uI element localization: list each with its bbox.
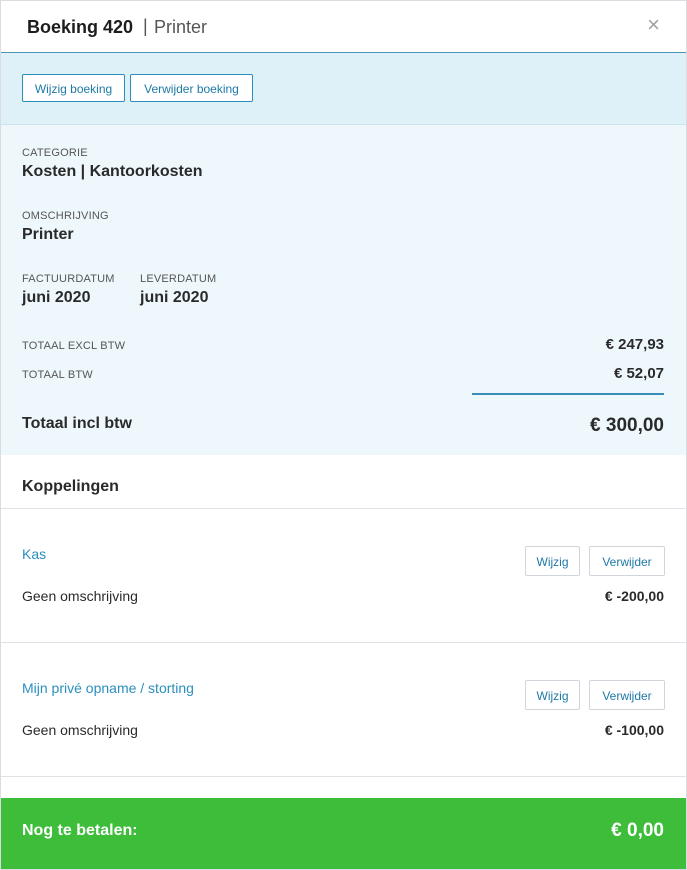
link-name[interactable]: Mijn privé opname / storting	[22, 680, 194, 696]
category-value: Kosten | Kantoorkosten	[22, 163, 203, 180]
title-separator: |	[143, 16, 148, 36]
total-vat-label: TOTAAL BTW	[22, 369, 93, 381]
total-divider	[472, 393, 664, 395]
link-amount: € -100,00	[604, 722, 664, 738]
remaining-payment-amount: € 0,00	[611, 820, 664, 841]
booking-title: Boeking 420	[27, 17, 134, 37]
edit-booking-button[interactable]: Wijzig boeking	[22, 74, 125, 102]
total-excl-vat-value: € 247,93	[605, 336, 664, 353]
delivery-date-label: LEVERDATUM	[140, 273, 217, 285]
edit-link-button[interactable]: Wijzig	[525, 546, 580, 576]
action-bar: Wijzig boeking Verwijder boeking	[1, 53, 686, 125]
close-icon[interactable]: ×	[647, 14, 660, 36]
total-incl-vat-value: € 300,00	[590, 415, 664, 436]
divider	[1, 642, 686, 643]
booking-details: CATEGORIE Kosten | Kantoorkosten OMSCHRI…	[1, 125, 686, 455]
divider	[1, 508, 686, 509]
link-description: Geen omschrijving	[22, 588, 138, 604]
link-name[interactable]: Kas	[22, 546, 46, 562]
divider	[1, 776, 686, 777]
delete-booking-button[interactable]: Verwijder boeking	[130, 74, 253, 102]
booking-subtitle: Printer	[154, 17, 208, 37]
links-section-title: Koppelingen	[22, 478, 119, 495]
booking-modal: Boeking 420 | Printer × Wijzig boeking V…	[0, 0, 687, 870]
link-description: Geen omschrijving	[22, 722, 138, 738]
delivery-date-value: juni 2020	[140, 289, 209, 306]
invoice-date-value: juni 2020	[22, 289, 91, 306]
modal-header: Boeking 420 | Printer ×	[1, 1, 686, 53]
description-label: OMSCHRIJVING	[22, 210, 109, 222]
category-label: CATEGORIE	[22, 147, 88, 159]
link-amount: € -200,00	[604, 588, 664, 604]
delete-link-button[interactable]: Verwijder	[589, 546, 665, 576]
total-vat-value: € 52,07	[613, 365, 664, 382]
total-excl-vat-label: TOTAAL EXCL BTW	[22, 340, 126, 352]
description-value: Printer	[22, 226, 74, 243]
invoice-date-label: FACTUURDATUM	[22, 273, 115, 285]
remaining-payment-label: Nog te betalen:	[22, 822, 138, 839]
total-incl-vat-label: Totaal incl btw	[22, 415, 132, 432]
edit-link-button[interactable]: Wijzig	[525, 680, 580, 710]
payment-footer: Nog te betalen: € 0,00	[1, 798, 686, 869]
delete-link-button[interactable]: Verwijder	[589, 680, 665, 710]
